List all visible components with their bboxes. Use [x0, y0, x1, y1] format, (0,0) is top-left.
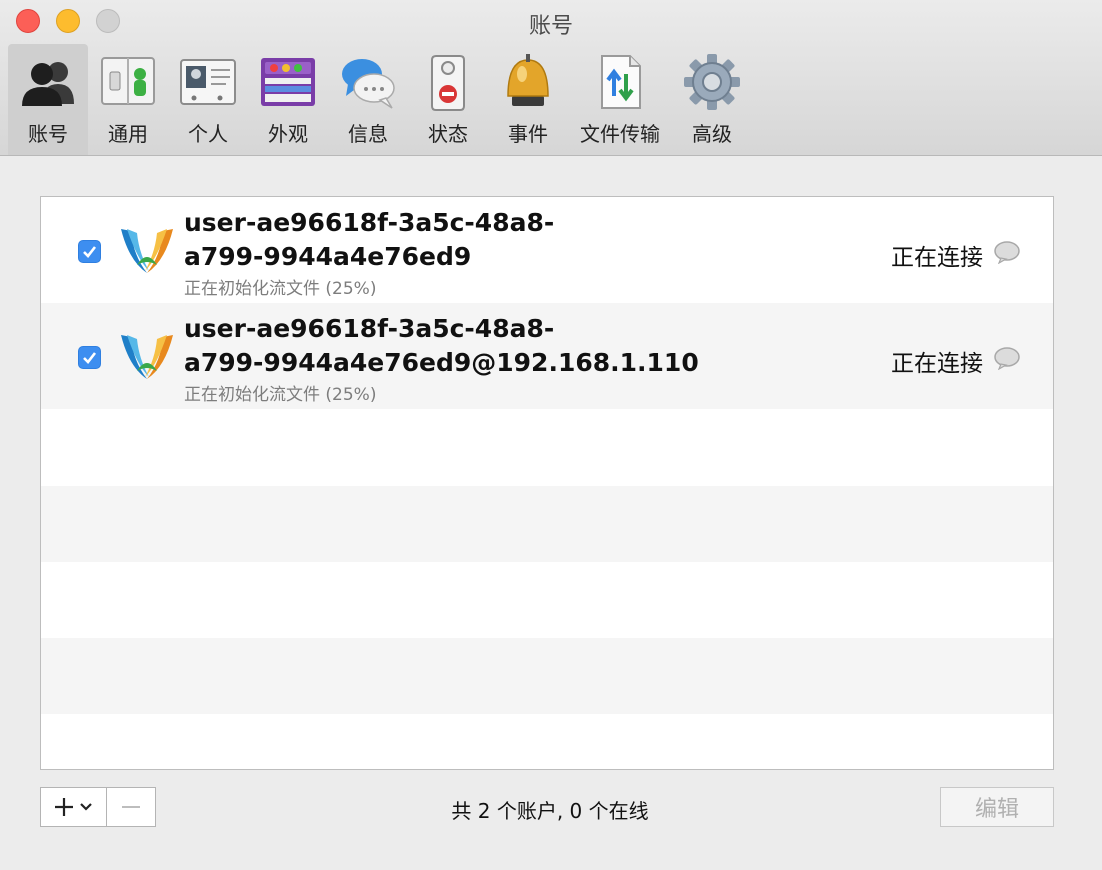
tab-label: 信息 — [348, 122, 388, 146]
speech-bubble-icon — [994, 347, 1020, 370]
account-summary: 共 2 个账户, 0 个在线 — [451, 799, 649, 823]
tab-label: 账号 — [28, 122, 68, 146]
account-name-line: user-ae96618f-3a5c-48a8- — [184, 208, 555, 237]
tab-messages[interactable]: 信息 — [332, 44, 404, 155]
account-name-line: a799-9944a4e76ed9 — [184, 242, 472, 271]
gear-icon — [684, 54, 740, 110]
empty-row — [41, 562, 1053, 638]
tab-general[interactable]: 通用 — [92, 44, 164, 155]
file-transfer-icon — [601, 55, 641, 109]
empty-row — [41, 714, 1053, 769]
tab-label: 个人 — [188, 122, 228, 146]
empty-row — [41, 638, 1053, 714]
door-hanger-icon — [431, 55, 465, 111]
appearance-icon — [261, 58, 315, 106]
tab-advanced[interactable]: 高级 — [676, 44, 748, 155]
empty-row — [41, 486, 1053, 562]
preferences-toolbar: 账号 通用 个人 外观 信息 状态 事件 文件传输 高级 — [0, 44, 1102, 156]
window-title: 账号 — [528, 14, 573, 39]
speech-bubble-icon — [994, 241, 1020, 264]
account-name: user-ae96618f-3a5c-48a8- a799-9944a4e76e… — [184, 312, 784, 380]
empty-row — [41, 409, 1053, 486]
account-name-line: a799-9944a4e76ed9@192.168.1.110 — [184, 348, 699, 377]
account-name-line: user-ae96618f-3a5c-48a8- — [184, 314, 555, 343]
add-remove-control — [40, 787, 156, 827]
tab-personal[interactable]: 个人 — [172, 44, 244, 155]
tab-label: 文件传输 — [580, 122, 660, 146]
edit-button[interactable]: 编辑 — [940, 787, 1054, 827]
account-status: 正在连接 — [891, 245, 983, 271]
account-list[interactable]: user-ae96618f-3a5c-48a8- a799-9944a4e76e… — [40, 196, 1054, 770]
remove-account-button[interactable] — [107, 788, 155, 826]
account-status: 正在连接 — [891, 351, 983, 377]
tab-label: 通用 — [108, 122, 148, 146]
add-account-button[interactable] — [41, 788, 108, 826]
account-row[interactable]: user-ae96618f-3a5c-48a8- a799-9944a4e76e… — [41, 197, 1053, 303]
minus-icon — [122, 806, 141, 808]
tab-file-transfer[interactable]: 文件传输 — [572, 44, 668, 155]
xmpp-logo-icon — [121, 335, 173, 379]
bell-icon — [507, 54, 549, 106]
tab-label: 高级 — [692, 122, 732, 146]
plus-dropdown-icon — [54, 798, 92, 816]
title-bar: 账号 账号 通用 个人 外观 信息 状态 事件 文件传输 高级 — [0, 0, 1102, 156]
checkmark-icon — [83, 352, 97, 364]
tab-label: 状态 — [428, 122, 468, 146]
tab-label: 外观 — [268, 122, 308, 146]
tab-events[interactable]: 事件 — [492, 44, 564, 155]
checkmark-icon — [83, 246, 97, 258]
tab-appearance[interactable]: 外观 — [252, 44, 324, 155]
account-enabled-checkbox[interactable] — [78, 346, 101, 369]
account-enabled-checkbox[interactable] — [78, 240, 101, 263]
switch-icon — [101, 57, 155, 105]
chat-bubbles-icon — [342, 59, 395, 109]
tab-label: 事件 — [508, 122, 548, 146]
account-name: user-ae96618f-3a5c-48a8- a799-9944a4e76e… — [184, 206, 784, 274]
id-card-icon — [180, 59, 236, 105]
tab-status[interactable]: 状态 — [412, 44, 484, 155]
users-icon — [22, 62, 74, 106]
tab-accounts[interactable]: 账号 — [8, 44, 88, 155]
account-progress-text: 正在初始化流文件 (25%) — [184, 385, 377, 405]
account-progress-text: 正在初始化流文件 (25%) — [184, 279, 377, 299]
account-row[interactable]: user-ae96618f-3a5c-48a8- a799-9944a4e76e… — [41, 303, 1053, 409]
xmpp-logo-icon — [121, 229, 173, 273]
